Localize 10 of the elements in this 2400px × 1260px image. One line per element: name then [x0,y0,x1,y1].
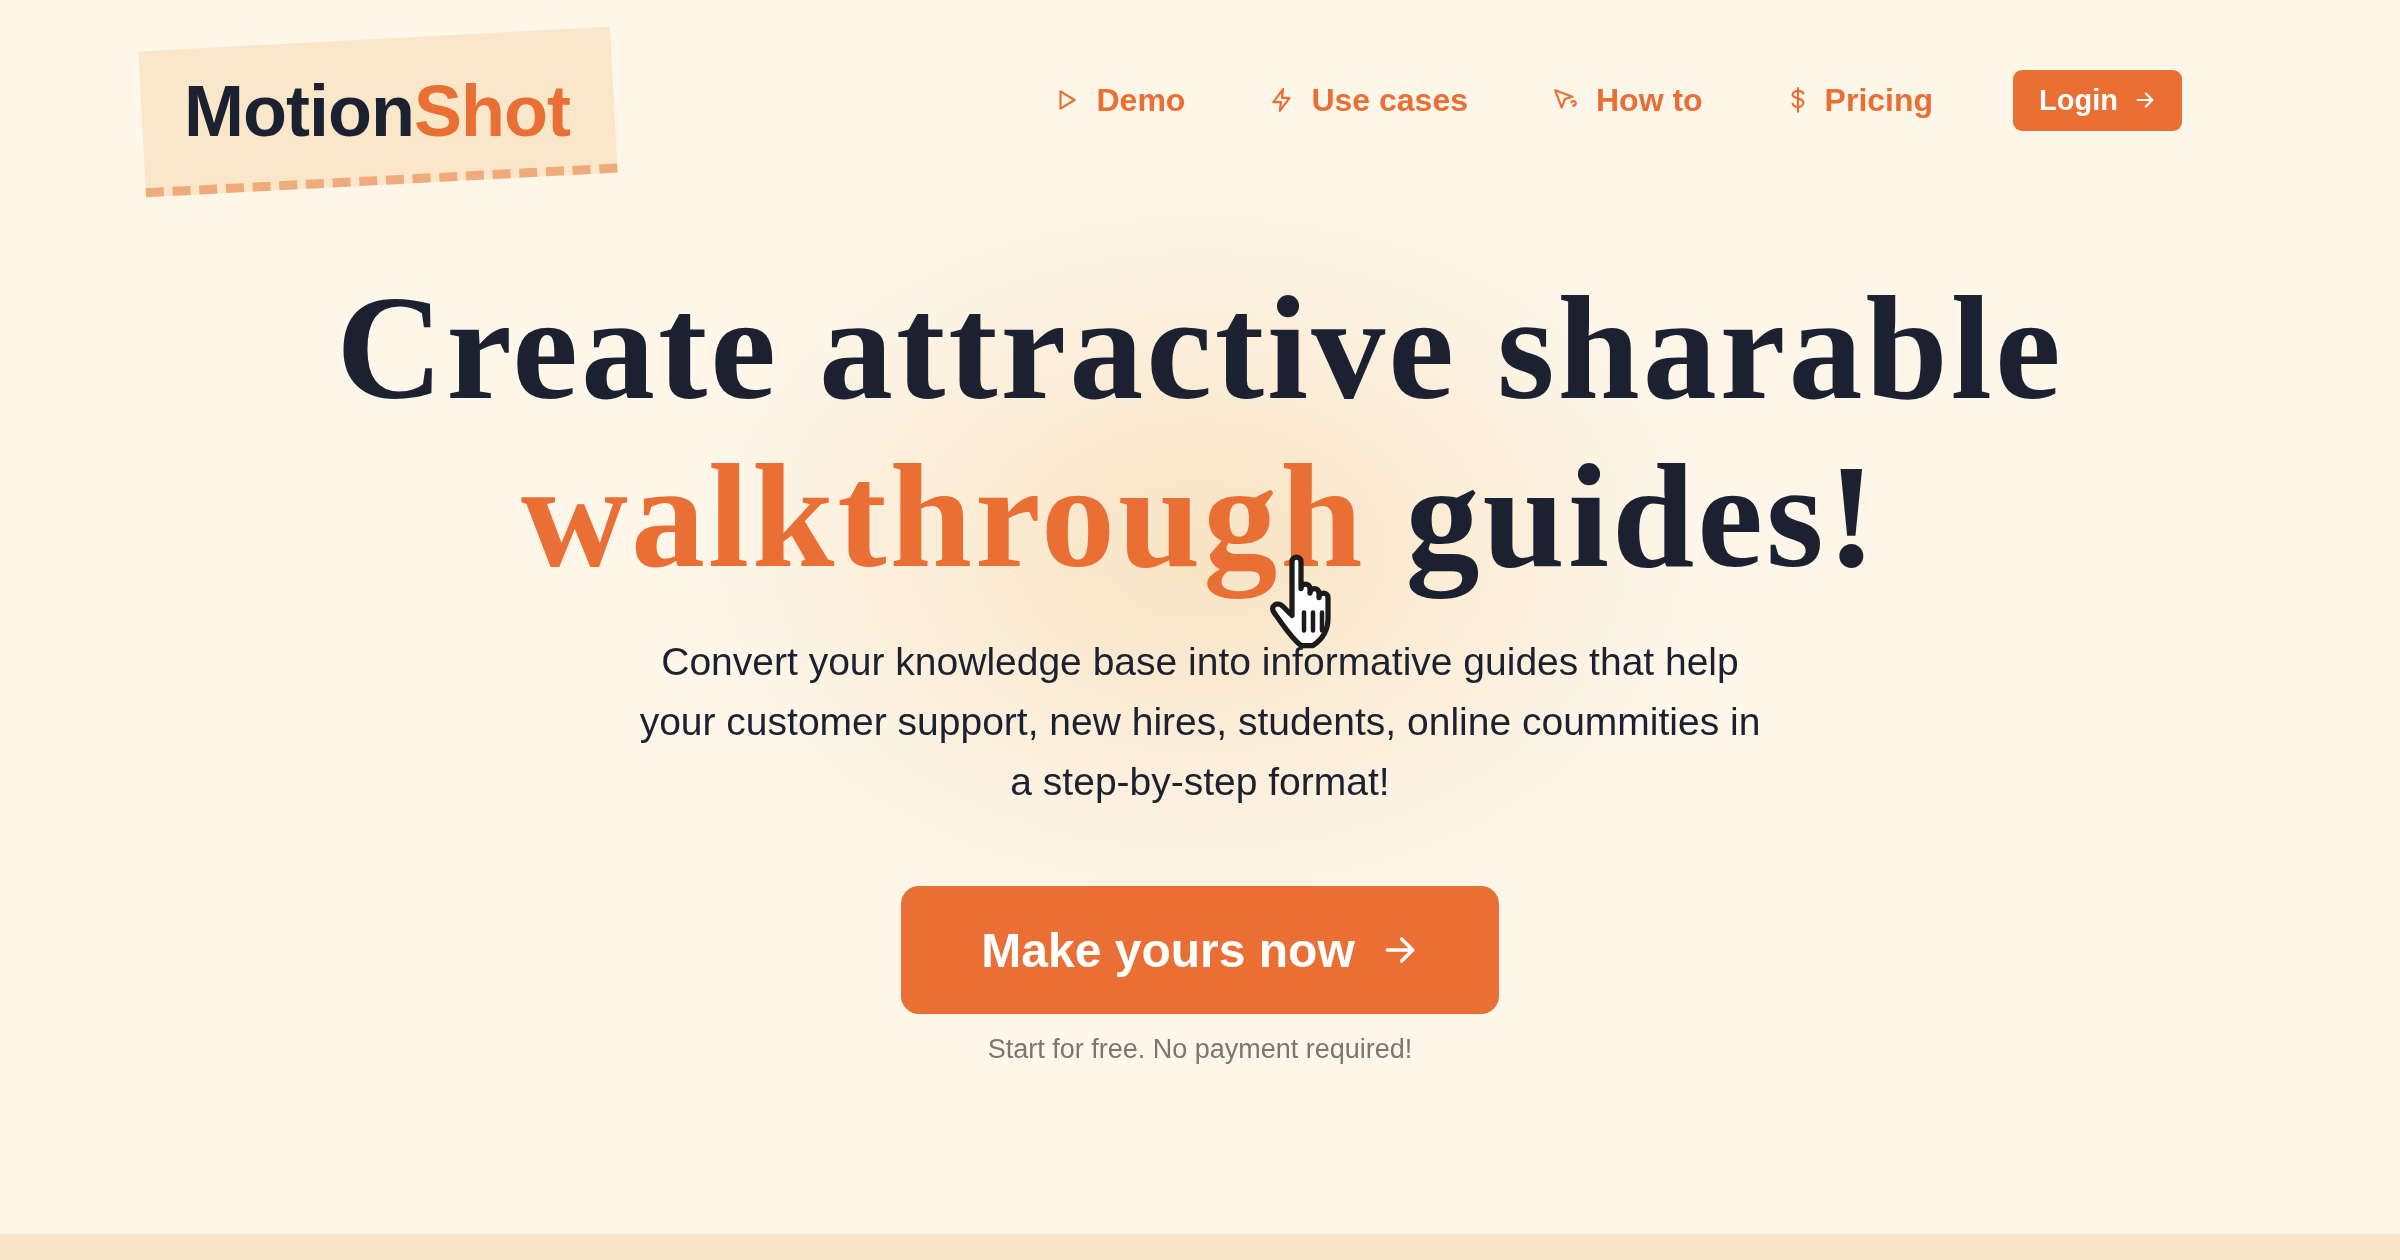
nav-link[interactable]: Pricing [1786,81,1934,119]
nav-link[interactable]: Use cases [1269,81,1468,119]
logo[interactable]: MotionShot [184,69,570,153]
description: Convert your knowledge base into informative guides that help your customer support, new hires, students, online coummities in a step-by-step format! [638,639,1762,805]
login-button[interactable]: Login [2013,69,2182,131]
cta-button[interactable]: Make yours now [901,886,1499,1014]
headline: Create attractive sharable walkthrough guides! [335,265,2065,601]
cta-note: Start for free. No payment required! [987,1034,1413,1065]
nav-link[interactable]: How to [1551,81,1703,119]
nav-link[interactable]: Demo [1054,81,1186,119]
